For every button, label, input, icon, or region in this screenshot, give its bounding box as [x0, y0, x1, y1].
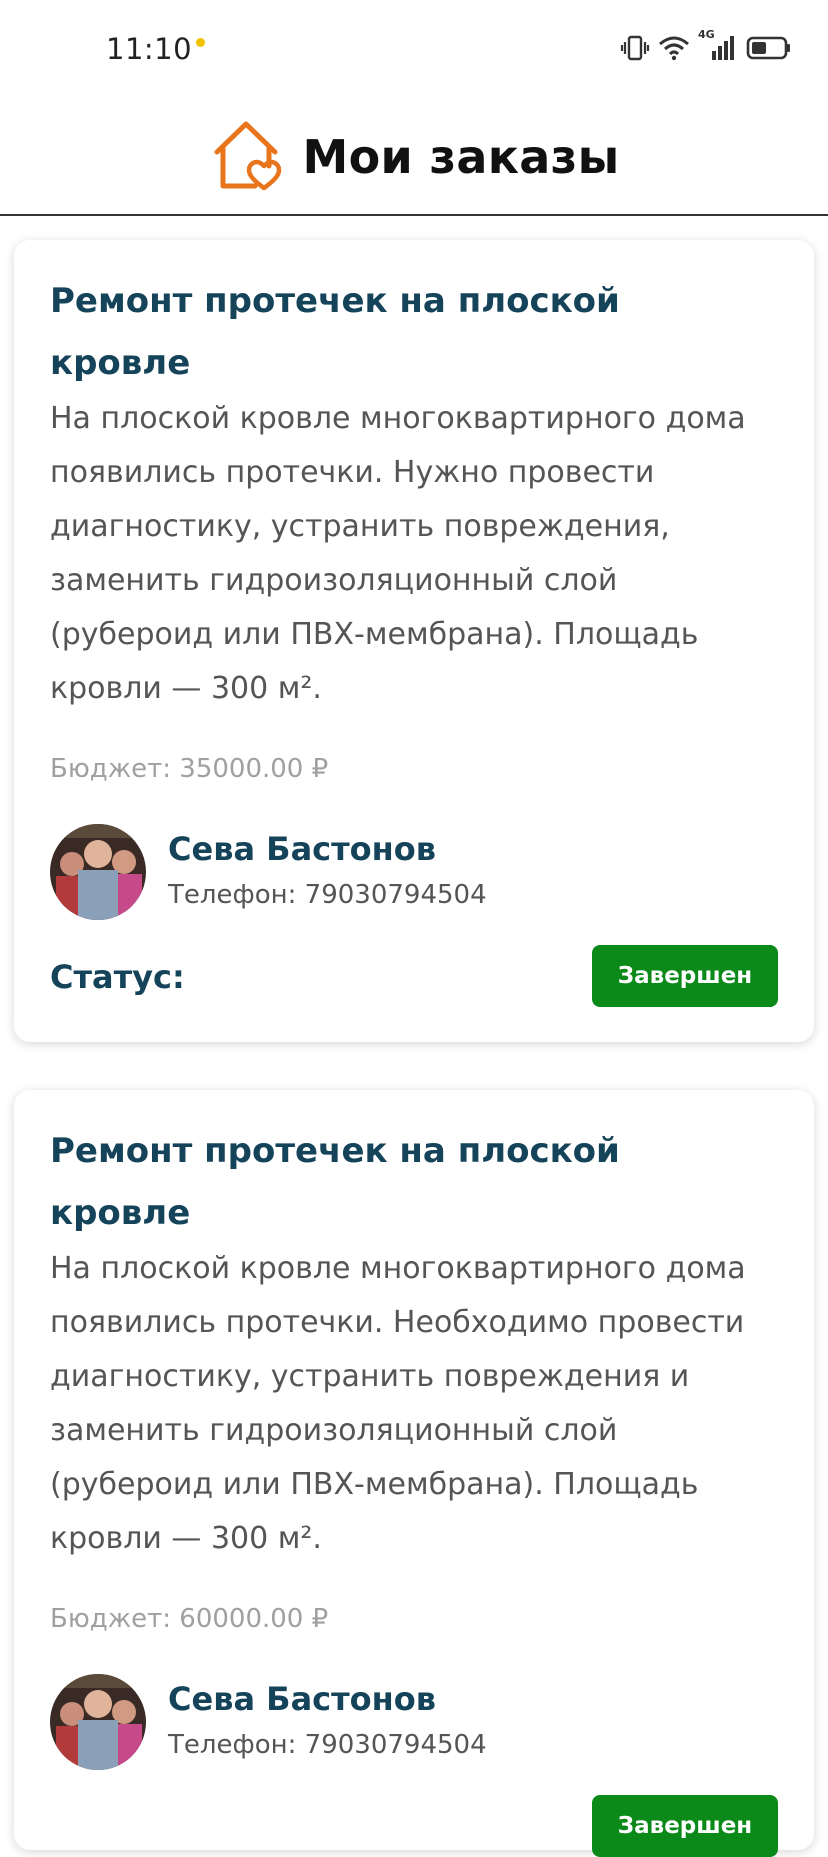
author-name: Сева Бастонов: [168, 830, 436, 868]
avatar: [50, 1674, 146, 1770]
status-time: 11:10: [106, 32, 193, 66]
vibrate-icon: [620, 35, 650, 61]
status-icons: 4G: [620, 28, 792, 63]
order-title: Ремонт протечек на плоской кровле: [50, 281, 620, 383]
status-label: Статус:: [50, 958, 185, 996]
order-description: На плоской кровле многоквартирного дома …: [50, 401, 746, 706]
author-name: Сева Бастонов: [168, 1680, 436, 1718]
author-phone[interactable]: Телефон: 79030794504: [168, 1730, 487, 1760]
wifi-icon: [658, 35, 690, 61]
app-header: Мои заказы: [0, 100, 828, 216]
order-budget: Бюджет: 35000.00 ₽: [50, 754, 329, 784]
status-bar: 11:10 4G: [0, 0, 828, 100]
page-title: Мои заказы: [302, 130, 620, 184]
order-card[interactable]: Ремонт протечек на плоской кровле На пло…: [14, 240, 814, 1042]
status-badge: Завершен: [592, 1795, 778, 1857]
house-heart-icon: [209, 118, 283, 196]
order-description: На плоской кровле многоквартирного дома …: [50, 1251, 746, 1556]
author-phone[interactable]: Телефон: 79030794504: [168, 880, 487, 910]
avatar: [50, 824, 146, 920]
order-title: Ремонт протечек на плоской кровле: [50, 1131, 620, 1233]
notification-dot-icon: [196, 38, 205, 47]
order-card[interactable]: Ремонт протечек на плоской кровле На пло…: [14, 1090, 814, 1857]
signal-icon: 4G: [698, 28, 738, 62]
status-badge: Завершен: [592, 945, 778, 1007]
battery-icon: [746, 35, 792, 61]
order-budget: Бюджет: 60000.00 ₽: [50, 1604, 329, 1634]
